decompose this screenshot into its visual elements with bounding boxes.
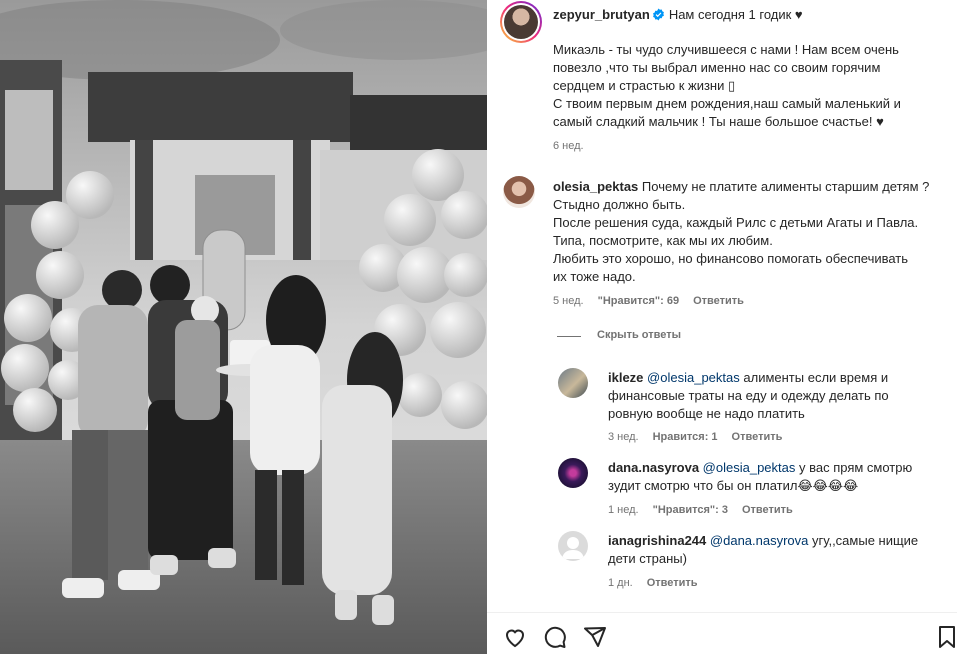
caption-line: самый сладкий мальчик ! Ты наше большое … [553,114,884,129]
reply-mention[interactable]: @dana.nasyrova [710,533,808,548]
caption-line: С твоим первым днем рождения,наш самый м… [553,96,901,111]
caption-time[interactable]: 6 нед. [553,140,584,152]
caption-headline: Нам сегодня 1 годик ♥ [668,7,803,22]
reply-meta: 1 дн. Ответить [608,577,712,589]
comment-text: После решения суда, каждый Рилс с детьми… [553,215,919,230]
comment-time[interactable]: 5 нед. [553,295,584,307]
reply-button[interactable]: Ответить [732,431,783,443]
caption-line: Микаэль - ты чудо случившееся с нами ! Н… [553,42,899,57]
comment-text: Типа, посмотрите, как мы их любим. [553,233,773,248]
comment-text: Почему не платите алименты старшим детям… [641,179,930,194]
reply-meta: 3 нед. Нравится: 1 Ответить [608,431,796,443]
comment-text: Стыдно должно быть. [553,197,686,212]
reply-text: дети страны) [608,551,687,566]
comment-text: их тоже надо. [553,269,636,284]
heart-icon[interactable] [503,625,527,649]
author-avatar [504,5,538,39]
commenter-avatar[interactable] [503,176,535,208]
verified-badge-icon [652,8,664,21]
comment-username[interactable]: olesia_pektas [553,179,638,194]
post-sidebar: zepyur_brutyan Нам сегодня 1 годик ♥ Мика… [487,0,957,654]
reply-username[interactable]: dana.nasyrova [608,460,699,475]
post-action-bar [487,612,957,654]
reply-time[interactable]: 1 дн. [608,577,633,589]
author-username[interactable]: zepyur_brutyan [553,7,650,22]
hide-replies-button[interactable]: Скрыть ответы [597,329,681,341]
comment-likes[interactable]: "Нравится": 69 [598,295,679,307]
reply-text: зудит смотрю что бы он платил😂😂😂😂 [608,478,859,493]
comment: olesia_pektas Почему не платите алименты… [553,178,929,286]
reply: ikleze @olesia_pektas алименты если врем… [608,369,889,423]
reply-text: у вас прям смотрю [799,460,913,475]
comment-meta: 5 нед. "Нравится": 69 Ответить [553,295,758,307]
reply-text: алименты если время и [743,370,889,385]
reply-mention[interactable]: @olesia_pektas [647,370,740,385]
post-photo[interactable] [0,0,487,654]
instagram-post-view: zepyur_brutyan Нам сегодня 1 годик ♥ Мика… [0,0,957,654]
reply-text: угу,,самые нищие [812,533,919,548]
reply-avatar[interactable] [558,368,588,398]
reply-username[interactable]: ikleze [608,370,643,385]
caption-line: повезло ,что ты выбрал именно нас со сво… [553,60,881,75]
reply-avatar[interactable] [558,458,588,488]
reply-mention[interactable]: @olesia_pektas [703,460,796,475]
reply-likes[interactable]: Нравится: 1 [653,431,718,443]
caption-body: Микаэль - ты чудо случившееся с нами ! Н… [553,41,901,131]
reply: ianagrishina244 @dana.nasyrova угу,,самы… [608,532,918,568]
reply: dana.nasyrova @olesia_pektas у вас прям … [608,459,912,495]
reply-button[interactable]: Ответить [693,295,744,307]
reply-button[interactable]: Ответить [742,504,793,516]
reply-time[interactable]: 1 нед. [608,504,639,516]
hide-replies-divider [557,336,581,337]
author-avatar-ring[interactable] [500,1,542,43]
comment-icon[interactable] [543,625,567,649]
share-icon[interactable] [583,625,607,649]
reply-text: ровную вообще не надо платить [608,406,805,421]
bookmark-icon[interactable] [937,625,957,649]
default-user-icon [562,537,584,559]
reply-avatar-default[interactable] [558,531,588,561]
reply-text: финансовые траты на еду и одежду делать … [608,388,889,403]
reply-time[interactable]: 3 нед. [608,431,639,443]
reply-likes[interactable]: "Нравится": 3 [653,504,728,516]
caption-headline-row: zepyur_brutyan Нам сегодня 1 годик ♥ [553,6,803,24]
reply-button[interactable]: Ответить [647,577,698,589]
reply-username[interactable]: ianagrishina244 [608,533,706,548]
reply-meta: 1 нед. "Нравится": 3 Ответить [608,504,807,516]
caption-meta: 6 нед. [553,140,598,152]
caption-line: сердцем и страстью к жизни ▯ [553,78,736,93]
comment-text: Любить это хорошо, но финансово помогать… [553,251,909,266]
family-photo-illustration [0,0,487,654]
